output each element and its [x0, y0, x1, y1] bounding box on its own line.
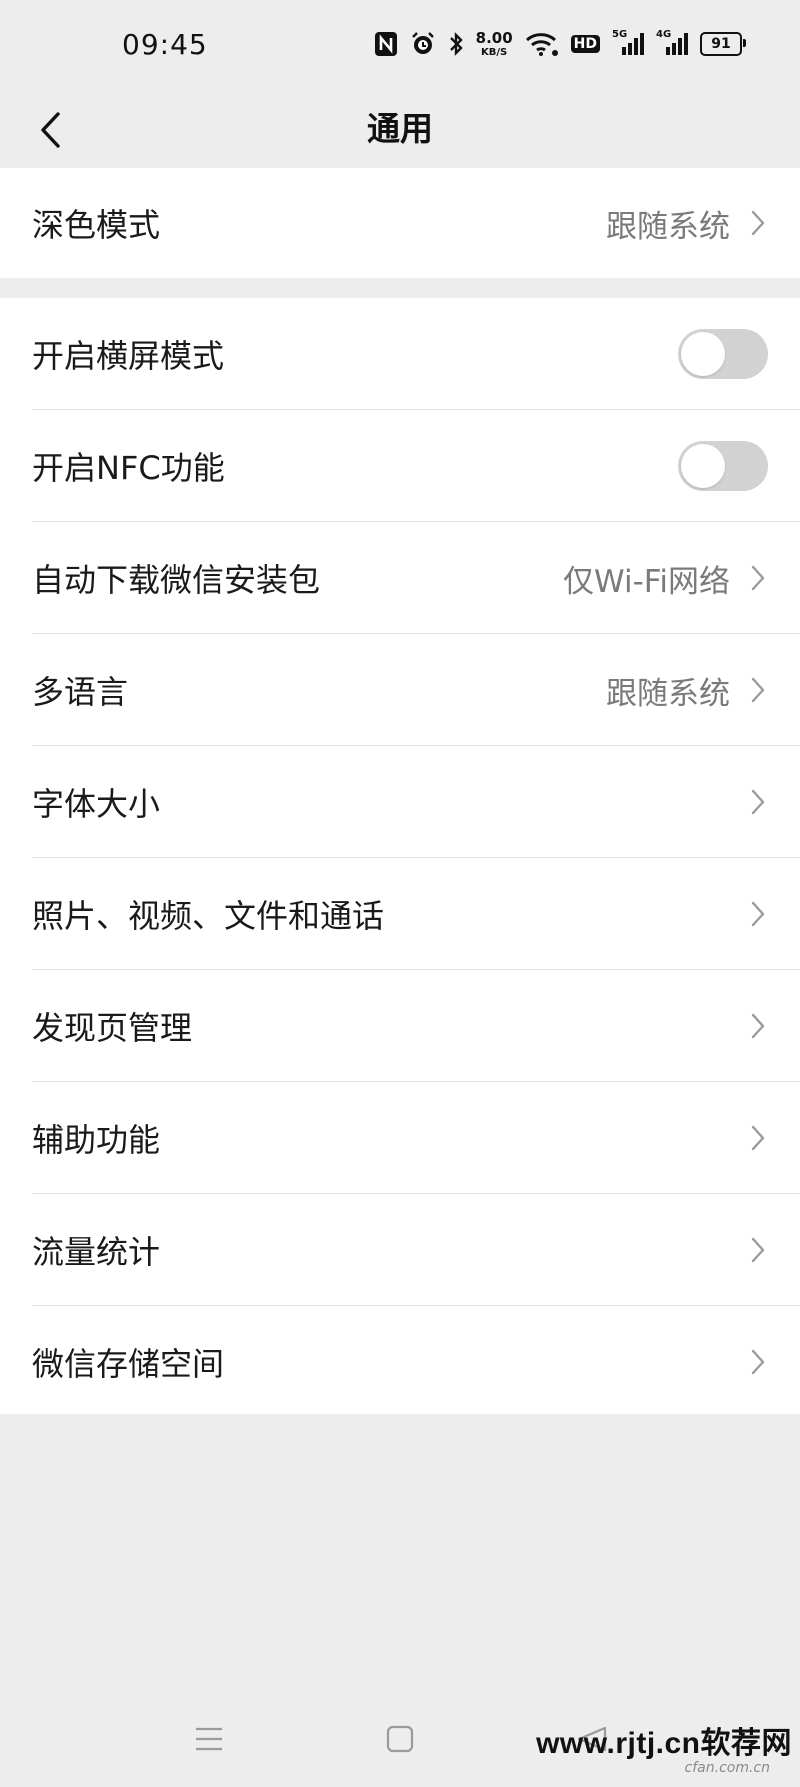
setting-label: 自动下载微信安装包: [32, 561, 321, 599]
signal-icon: 4G: [656, 29, 688, 57]
battery-icon: 91: [700, 32, 746, 56]
page-title: 通用: [367, 109, 433, 148]
chevron-right-icon: [750, 675, 768, 705]
chevron-right-icon: [750, 1011, 768, 1041]
setting-label: 照片、视频、文件和通话: [32, 897, 385, 935]
network-speed: 8.00 KB/S: [475, 28, 513, 58]
setting-discover[interactable]: 发现页管理: [0, 970, 800, 1082]
setting-label: 辅助功能: [32, 1121, 161, 1159]
chevron-right-icon: [750, 1347, 768, 1377]
setting-label: 深色模式: [32, 206, 161, 244]
setting-storage[interactable]: 微信存储空间: [0, 1306, 800, 1418]
toggle-knob: [681, 444, 725, 488]
menu-icon: [196, 1727, 222, 1751]
setting-media[interactable]: 照片、视频、文件和通话: [0, 858, 800, 970]
setting-label: 开启横屏模式: [32, 337, 225, 375]
setting-language[interactable]: 多语言 跟随系统: [0, 634, 800, 746]
chevron-right-icon: [750, 1123, 768, 1153]
chevron-right-icon: [750, 1235, 768, 1265]
setting-label: 字体大小: [32, 785, 161, 823]
toggle-knob: [681, 332, 725, 376]
home-button[interactable]: [386, 1724, 414, 1758]
nfc-icon: [374, 31, 398, 57]
status-icons: 8.00 KB/S HD 5G 4G 91: [374, 26, 746, 62]
recent-apps-button[interactable]: [194, 1724, 224, 1758]
landscape-toggle[interactable]: [678, 329, 768, 379]
status-bar: 09:45 8.00 KB/S HD 5G 4G 91: [0, 0, 800, 92]
signal-icon: 5G: [612, 29, 644, 57]
setting-label: 流量统计: [32, 1233, 161, 1271]
hd-icon: HD: [570, 35, 600, 53]
setting-auto-download[interactable]: 自动下载微信安装包 仅Wi-Fi网络: [0, 522, 800, 634]
setting-dark-mode[interactable]: 深色模式 跟随系统: [0, 168, 800, 278]
chevron-right-icon: [750, 563, 768, 593]
watermark-small: cfan.com.cn: [684, 1760, 770, 1776]
setting-value: 仅Wi-Fi网络: [563, 563, 730, 600]
setting-value: 跟随系统: [606, 675, 730, 712]
setting-font-size[interactable]: 字体大小: [0, 746, 800, 858]
chevron-right-icon: [750, 208, 768, 238]
chevron-right-icon: [750, 787, 768, 817]
setting-label: 发现页管理: [32, 1009, 193, 1047]
square-icon: [386, 1725, 414, 1753]
header: 通用: [0, 92, 800, 168]
setting-accessibility[interactable]: 辅助功能: [0, 1082, 800, 1194]
setting-value: 跟随系统: [606, 208, 730, 245]
settings-group-display: 深色模式 跟随系统: [0, 168, 800, 278]
settings-group-general: 开启横屏模式 开启NFC功能 自动下载微信安装包 仅Wi-Fi网络 多语言 跟随…: [0, 298, 800, 1414]
wifi-icon: [525, 31, 559, 57]
setting-landscape: 开启横屏模式: [0, 298, 800, 410]
setting-label: 多语言: [32, 673, 129, 711]
nfc-toggle[interactable]: [678, 441, 768, 491]
setting-nfc: 开启NFC功能: [0, 410, 800, 522]
setting-data-usage[interactable]: 流量统计: [0, 1194, 800, 1306]
watermark: www.rjtj.cn软荐网: [536, 1727, 792, 1760]
alarm-icon: [410, 31, 436, 57]
bluetooth-icon: [448, 31, 464, 57]
setting-label: 开启NFC功能: [32, 449, 225, 487]
setting-label: 微信存储空间: [32, 1345, 225, 1383]
status-time: 09:45: [122, 28, 208, 61]
chevron-right-icon: [750, 899, 768, 929]
